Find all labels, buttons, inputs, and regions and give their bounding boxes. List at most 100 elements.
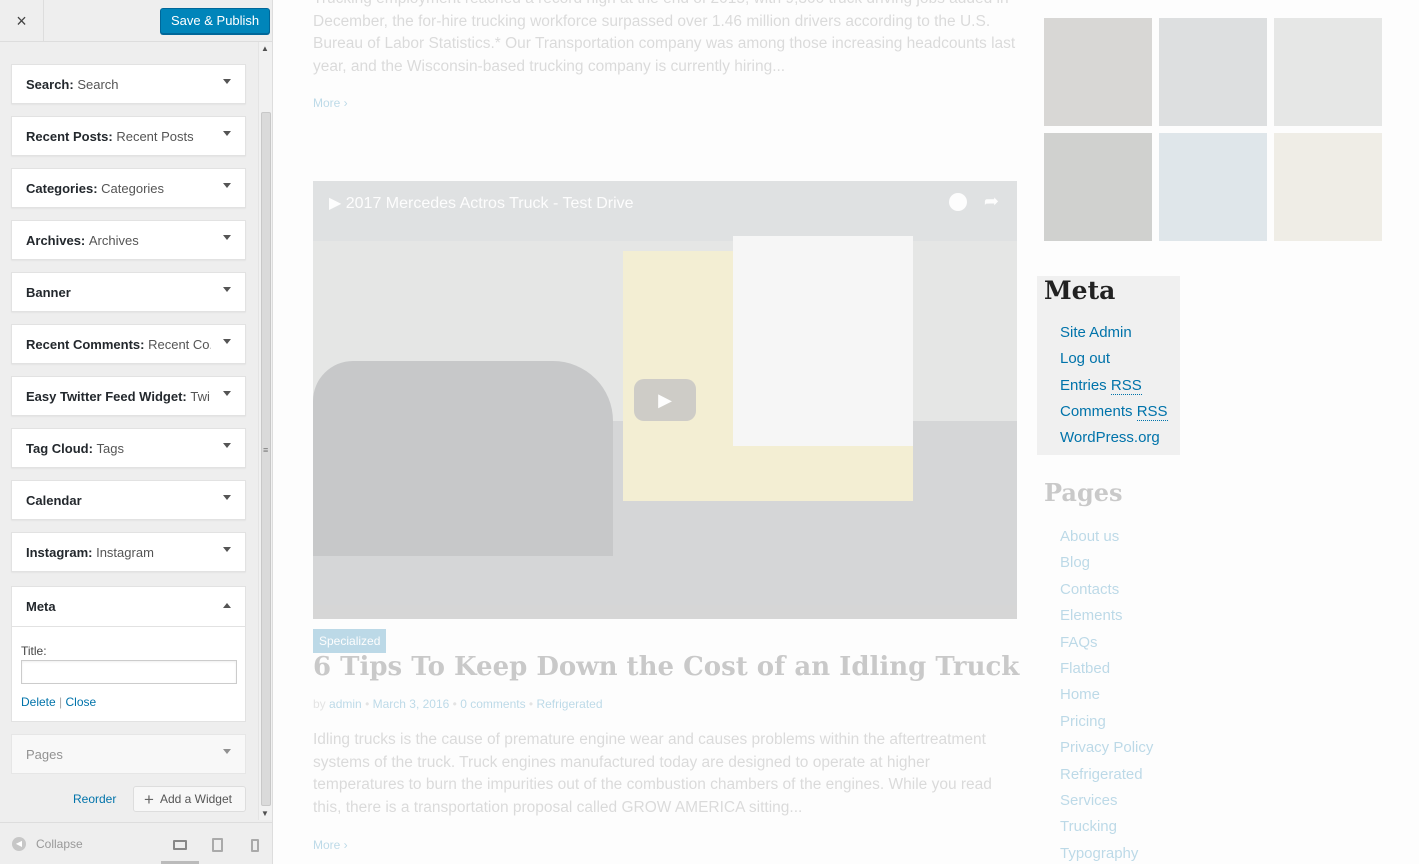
widget-item-search[interactable]: Search: Search xyxy=(11,64,246,104)
video-control-bar xyxy=(313,605,1017,619)
widget-item-tag-cloud[interactable]: Tag Cloud: Tags xyxy=(11,428,246,468)
instagram-photo[interactable] xyxy=(1159,133,1267,241)
widget-instance-title: Instagram xyxy=(96,545,154,560)
widget-item-pages[interactable]: Pages xyxy=(11,734,246,774)
expand-arrow-icon[interactable] xyxy=(223,495,231,500)
widget-item-instagram[interactable]: Instagram: Instagram xyxy=(11,532,246,572)
video-embed[interactable]: ▶ 2017 Mercedes Actros Truck - Test Driv… xyxy=(313,181,1017,619)
instagram-photo[interactable] xyxy=(1159,18,1267,126)
expand-arrow-icon[interactable] xyxy=(223,287,231,292)
page-link[interactable]: Privacy Policy xyxy=(1060,735,1153,761)
collapse-arrow-icon[interactable] xyxy=(223,603,231,608)
more-link[interactable]: More › xyxy=(313,96,348,110)
widget-title: Instagram: Instagram xyxy=(26,533,211,573)
widget-instance-title: Recent Co... xyxy=(148,337,211,352)
scrollbar-thumb[interactable]: ≡ xyxy=(261,112,271,806)
entries-label: Entries xyxy=(1060,376,1111,394)
post-title[interactable]: 6 Tips To Keep Down the Cost of an Idlin… xyxy=(313,652,1019,682)
widget-instance-title: Categories xyxy=(101,181,165,196)
save-publish-button[interactable]: Save & Publish xyxy=(160,8,271,34)
add-widget-button[interactable]: + Add a Widget xyxy=(133,786,246,812)
page-link[interactable]: FAQs xyxy=(1060,630,1153,656)
page-link[interactable]: Typography xyxy=(1060,841,1153,864)
widget-item-banner[interactable]: Banner xyxy=(11,272,246,312)
more-link[interactable]: More › xyxy=(313,838,348,852)
category-link[interactable]: Refrigerated xyxy=(536,697,602,711)
expand-arrow-icon[interactable] xyxy=(223,339,231,344)
scroll-up-arrow-icon[interactable]: ▲ xyxy=(261,44,269,53)
instagram-photo[interactable] xyxy=(1274,18,1382,126)
expand-arrow-icon[interactable] xyxy=(223,131,231,136)
reorder-link[interactable]: Reorder xyxy=(73,792,116,806)
desktop-preview-button[interactable] xyxy=(161,835,199,864)
sidebar-scrollbar[interactable]: ▲ ≡ ▼ xyxy=(258,42,272,820)
title-input[interactable] xyxy=(21,660,237,684)
widget-item-recent-posts[interactable]: Recent Posts: Recent Posts xyxy=(11,116,246,156)
customizer-footer: ◀ Collapse xyxy=(0,822,272,864)
widget-item-categories[interactable]: Categories: Categories xyxy=(11,168,246,208)
expand-arrow-icon[interactable] xyxy=(223,749,231,754)
meta-widget-header[interactable]: Meta xyxy=(12,587,245,627)
comments-link[interactable]: 0 comments xyxy=(460,697,525,711)
meta-heading: Meta xyxy=(1044,276,1116,305)
meta-dot: • xyxy=(452,697,457,711)
play-icon[interactable]: ▶ xyxy=(634,379,696,421)
widget-title: Archives: Archives xyxy=(26,221,211,261)
expand-arrow-icon[interactable] xyxy=(223,391,231,396)
instagram-photo[interactable] xyxy=(1044,18,1152,126)
widget-sep: : xyxy=(88,545,97,560)
page-link[interactable]: Flatbed xyxy=(1060,656,1153,682)
widget-sep: : xyxy=(93,181,102,196)
widget-item-easy-twitter-feed[interactable]: Easy Twitter Feed Widget: Twi... xyxy=(11,376,246,416)
watch-later-icon[interactable] xyxy=(949,193,967,211)
collapse-icon: ◀ xyxy=(12,837,26,851)
video-title[interactable]: ▶ 2017 Mercedes Actros Truck - Test Driv… xyxy=(329,193,634,213)
page-link[interactable]: Trucking xyxy=(1060,814,1153,840)
tablet-preview-button[interactable] xyxy=(207,835,227,855)
category-badge[interactable]: Specialized xyxy=(313,629,387,653)
meta-by: by xyxy=(313,697,326,711)
site-admin-link[interactable]: Site Admin xyxy=(1060,320,1168,346)
expand-arrow-icon[interactable] xyxy=(223,235,231,240)
close-link[interactable]: Close xyxy=(65,695,96,709)
instagram-photo[interactable] xyxy=(1044,133,1152,241)
widget-name: Recent Comments xyxy=(26,337,141,352)
instagram-photo[interactable] xyxy=(1274,133,1382,241)
page-link[interactable]: Pricing xyxy=(1060,709,1153,735)
collapse-button[interactable]: ◀ Collapse xyxy=(12,837,83,851)
widget-item-calendar[interactable]: Calendar xyxy=(11,480,246,520)
widget-name: Archives xyxy=(26,233,81,248)
post-meta: by admin • March 3, 2016 • 0 comments • … xyxy=(313,697,603,711)
preview-dimmed-content: Trucking employment reached a record hig… xyxy=(273,0,1419,864)
comments-rss-link[interactable]: Comments RSS xyxy=(1060,399,1168,425)
wordpress-org-link[interactable]: WordPress.org xyxy=(1060,425,1168,451)
author-link[interactable]: admin xyxy=(329,697,362,711)
page-link[interactable]: About us xyxy=(1060,524,1153,550)
expand-arrow-icon[interactable] xyxy=(223,443,231,448)
date-link[interactable]: March 3, 2016 xyxy=(373,697,450,711)
widget-name: Meta xyxy=(26,599,56,614)
widget-instance-title: Tags xyxy=(96,441,125,456)
delete-link[interactable]: Delete xyxy=(21,695,56,709)
page-link[interactable]: Contacts xyxy=(1060,577,1153,603)
log-out-link[interactable]: Log out xyxy=(1060,346,1168,372)
page-link[interactable]: Blog xyxy=(1060,550,1153,576)
expand-arrow-icon[interactable] xyxy=(223,79,231,84)
page-link[interactable]: Refrigerated xyxy=(1060,762,1153,788)
close-icon[interactable]: × xyxy=(0,0,44,42)
page-link[interactable]: Services xyxy=(1060,788,1153,814)
widget-item-recent-comments[interactable]: Recent Comments: Recent Co... xyxy=(11,324,246,364)
page-link[interactable]: Home xyxy=(1060,682,1153,708)
page-link[interactable]: Elements xyxy=(1060,603,1153,629)
scroll-down-arrow-icon[interactable]: ▼ xyxy=(261,809,269,818)
widget-list: Search: Search Recent Posts: Recent Post… xyxy=(11,64,246,584)
title-field-label: Title: xyxy=(21,644,47,658)
expand-arrow-icon[interactable] xyxy=(223,547,231,552)
widget-title: Recent Posts: Recent Posts xyxy=(26,117,211,157)
share-icon[interactable]: ➦ xyxy=(984,191,999,212)
widget-item-archives[interactable]: Archives: Archives xyxy=(11,220,246,260)
mobile-preview-button[interactable] xyxy=(245,835,265,855)
widget-name: Banner xyxy=(26,285,71,300)
expand-arrow-icon[interactable] xyxy=(223,183,231,188)
entries-rss-link[interactable]: Entries RSS xyxy=(1060,373,1168,399)
